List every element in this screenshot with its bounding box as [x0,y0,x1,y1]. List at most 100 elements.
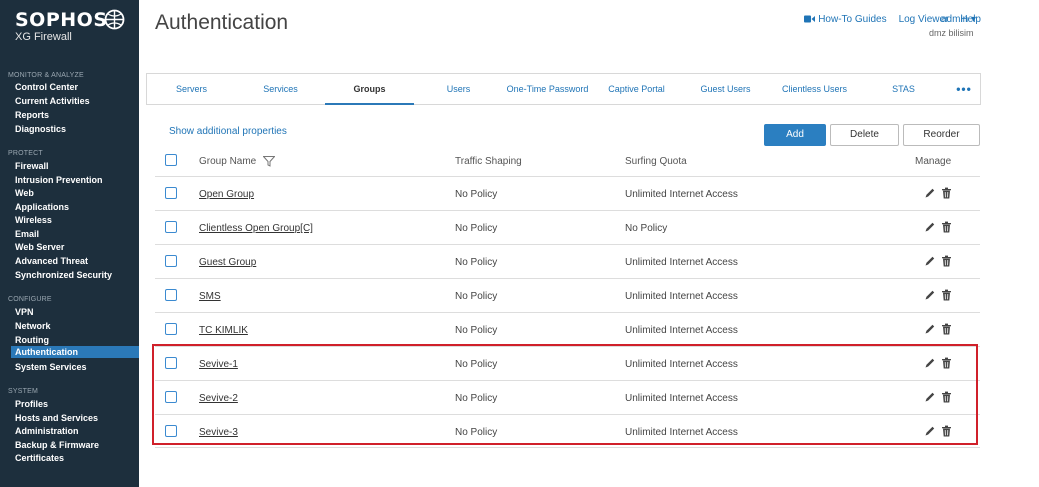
surfing-quota-value: Unlimited Internet Access [625,359,738,370]
nav-item-network[interactable]: Network [15,321,51,331]
nav-item-web-server[interactable]: Web Server [15,242,64,252]
table-row: Sevive-1 No Policy Unlimited Internet Ac… [155,346,980,380]
surfing-quota-value: Unlimited Internet Access [625,189,738,200]
trash-icon[interactable] [941,255,952,267]
nav-item-applications[interactable]: Applications [15,202,69,212]
nav-item-control-center[interactable]: Control Center [15,82,78,92]
table-row: SMS No Policy Unlimited Internet Access [155,278,980,312]
table-row: Clientless Open Group[C] No Policy No Po… [155,210,980,244]
traffic-shaping-value: No Policy [455,291,498,302]
row-checkbox[interactable] [165,289,177,301]
add-button[interactable]: Add [764,124,826,146]
row-checkbox[interactable] [165,391,177,403]
traffic-shaping-value: No Policy [455,359,498,370]
tab-services[interactable]: Services [236,74,325,105]
surfing-quota-value: Unlimited Internet Access [625,291,738,302]
trash-icon[interactable] [941,289,952,301]
reorder-button[interactable]: Reorder [903,124,980,146]
table-row: Open Group No Policy Unlimited Internet … [155,176,980,210]
tab-captive-portal[interactable]: Captive Portal [592,74,681,105]
nav-item-current-activities[interactable]: Current Activities [15,96,90,106]
tab-users[interactable]: Users [414,74,503,105]
row-checkbox[interactable] [165,255,177,267]
nav-item-backup-firmware[interactable]: Backup & Firmware [15,440,99,450]
show-additional-properties-link[interactable]: Show additional properties [169,126,287,137]
group-name-link[interactable]: Open Group [199,189,254,200]
nav-item-wireless[interactable]: Wireless [15,215,52,225]
tenant-name: dmz bilisim [929,28,974,38]
nav-item-certificates[interactable]: Certificates [15,453,64,463]
nav-item-diagnostics[interactable]: Diagnostics [15,124,66,134]
edit-icon[interactable] [924,357,936,369]
nav-item-reports[interactable]: Reports [15,110,49,120]
tab-one-time-password[interactable]: One-Time Password [503,74,592,105]
nav-item-synchronized-security[interactable]: Synchronized Security [15,270,112,280]
nav-section-monitor: MONITOR & ANALYZE [8,72,84,79]
edit-icon[interactable] [924,425,936,437]
nav-item-email[interactable]: Email [15,229,39,239]
how-to-guides-link[interactable]: How-To Guides [804,14,887,25]
surfing-quota-value: Unlimited Internet Access [625,257,738,268]
column-header-group-name[interactable]: Group Name [199,156,276,167]
globe-icon [104,9,125,30]
nav-section-system: SYSTEM [8,388,38,395]
nav-item-web[interactable]: Web [15,188,34,198]
trash-icon[interactable] [941,323,952,335]
table-row: Guest Group No Policy Unlimited Internet… [155,244,980,278]
group-name-link[interactable]: Guest Group [199,257,256,268]
edit-icon[interactable] [924,323,936,335]
trash-icon[interactable] [941,221,952,233]
group-name-link[interactable]: Sevive-1 [199,359,238,370]
nav-item-administration[interactable]: Administration [15,426,79,436]
tab-stas[interactable]: STAS [859,74,948,105]
column-header-surfing-quota: Surfing Quota [625,156,687,167]
filter-icon[interactable] [262,156,276,167]
row-checkbox[interactable] [165,187,177,199]
row-checkbox[interactable] [165,357,177,369]
trash-icon[interactable] [941,425,952,437]
tab-groups[interactable]: Groups [325,74,414,105]
group-name-link[interactable]: Sevive-3 [199,427,238,438]
traffic-shaping-value: No Policy [455,427,498,438]
brand-name: SOPHOS [15,9,108,31]
traffic-shaping-value: No Policy [455,223,498,234]
nav-item-firewall[interactable]: Firewall [15,161,49,171]
row-checkbox[interactable] [165,221,177,233]
user-menu[interactable]: admin ▾ [941,14,976,25]
trash-icon[interactable] [941,187,952,199]
nav-item-advanced-threat[interactable]: Advanced Threat [15,256,88,266]
delete-button[interactable]: Delete [830,124,899,146]
group-name-link[interactable]: SMS [199,291,221,302]
tab-servers[interactable]: Servers [147,74,236,105]
page-title: Authentication [155,11,289,34]
nav-item-routing[interactable]: Routing [15,335,49,345]
edit-icon[interactable] [924,391,936,403]
edit-icon[interactable] [924,289,936,301]
nav-item-system-services[interactable]: System Services [15,362,87,372]
group-name-link[interactable]: Sevive-2 [199,393,238,404]
tab-guest-users[interactable]: Guest Users [681,74,770,105]
row-checkbox[interactable] [165,323,177,335]
column-header-manage: Manage [915,156,952,167]
more-tabs-button[interactable]: ••• [948,74,980,105]
edit-icon[interactable] [924,221,936,233]
row-checkbox[interactable] [165,425,177,437]
trash-icon[interactable] [941,357,952,369]
nav-item-authentication[interactable]: Authentication [11,346,139,358]
group-name-link[interactable]: Clientless Open Group[C] [199,223,313,234]
tab-clientless-users[interactable]: Clientless Users [770,74,859,105]
nav-item-profiles[interactable]: Profiles [15,399,48,409]
nav-item-hosts-and-services[interactable]: Hosts and Services [15,413,98,423]
edit-icon[interactable] [924,255,936,267]
select-all-checkbox[interactable] [165,154,177,166]
sidebar: SOPHOS XG Firewall MONITOR & ANALYZE Con… [0,0,139,487]
trash-icon[interactable] [941,391,952,403]
nav-item-vpn[interactable]: VPN [15,307,34,317]
surfing-quota-value: Unlimited Internet Access [625,427,738,438]
surfing-quota-value: Unlimited Internet Access [625,325,738,336]
group-name-link[interactable]: TC KIMLIK [199,325,248,336]
table-row: Sevive-3 No Policy Unlimited Internet Ac… [155,414,980,448]
edit-icon[interactable] [924,187,936,199]
nav-item-intrusion-prevention[interactable]: Intrusion Prevention [15,175,103,185]
table-row: Sevive-2 No Policy Unlimited Internet Ac… [155,380,980,414]
